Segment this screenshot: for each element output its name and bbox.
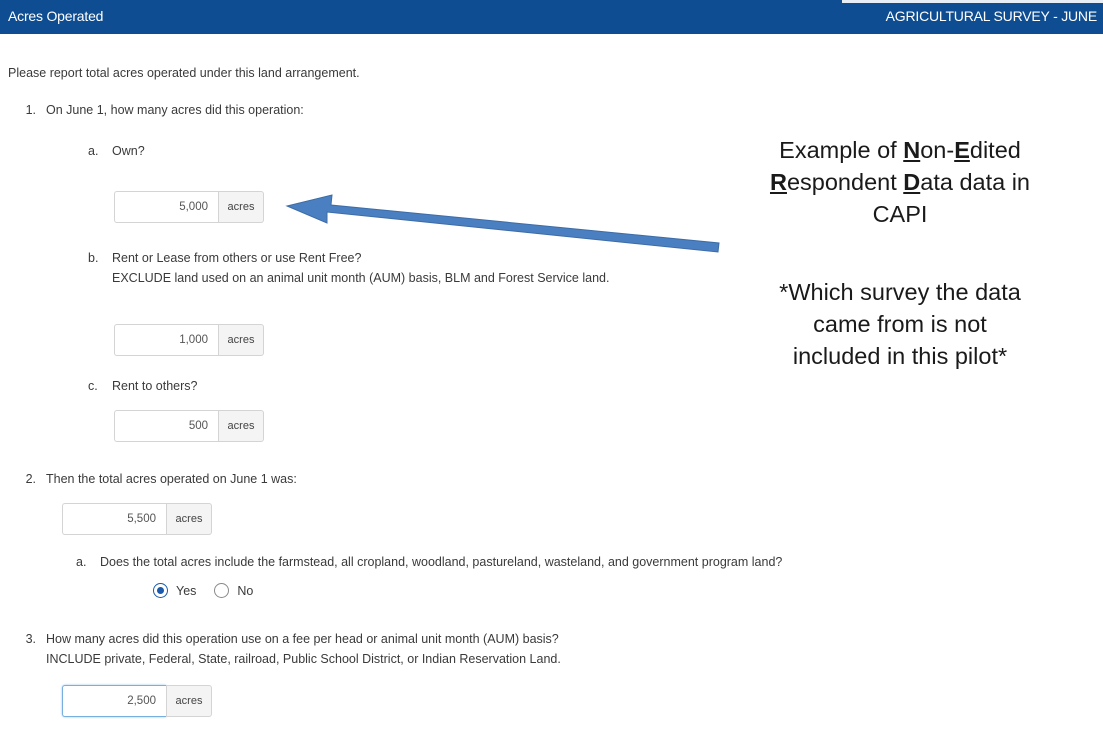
annotation-word-example: Example of [779, 137, 904, 163]
annotation-heading: Example of Non-Edited Respondent Data da… [700, 134, 1100, 230]
annotation-letter-e: E [954, 137, 970, 163]
annotation-letter-n: N [903, 137, 921, 163]
annotation-word-dited: dited [969, 137, 1021, 163]
annotation-capi: CAPI [872, 201, 928, 227]
annotation-note-line1: *Which survey the data [779, 279, 1021, 305]
annotation-word-on: on- [920, 137, 955, 163]
annotation-word-ata: ata data in [920, 169, 1031, 195]
annotation-note: *Which survey the data came from is not … [700, 276, 1100, 372]
annotation-letter-r: R [769, 169, 787, 195]
annotation-letter-d: D [903, 169, 921, 195]
annotation-note-line2: came from is not [813, 311, 987, 337]
annotation-note-line3: included in this pilot* [792, 343, 1008, 369]
annotation-word-espondent: espondent [786, 169, 904, 195]
